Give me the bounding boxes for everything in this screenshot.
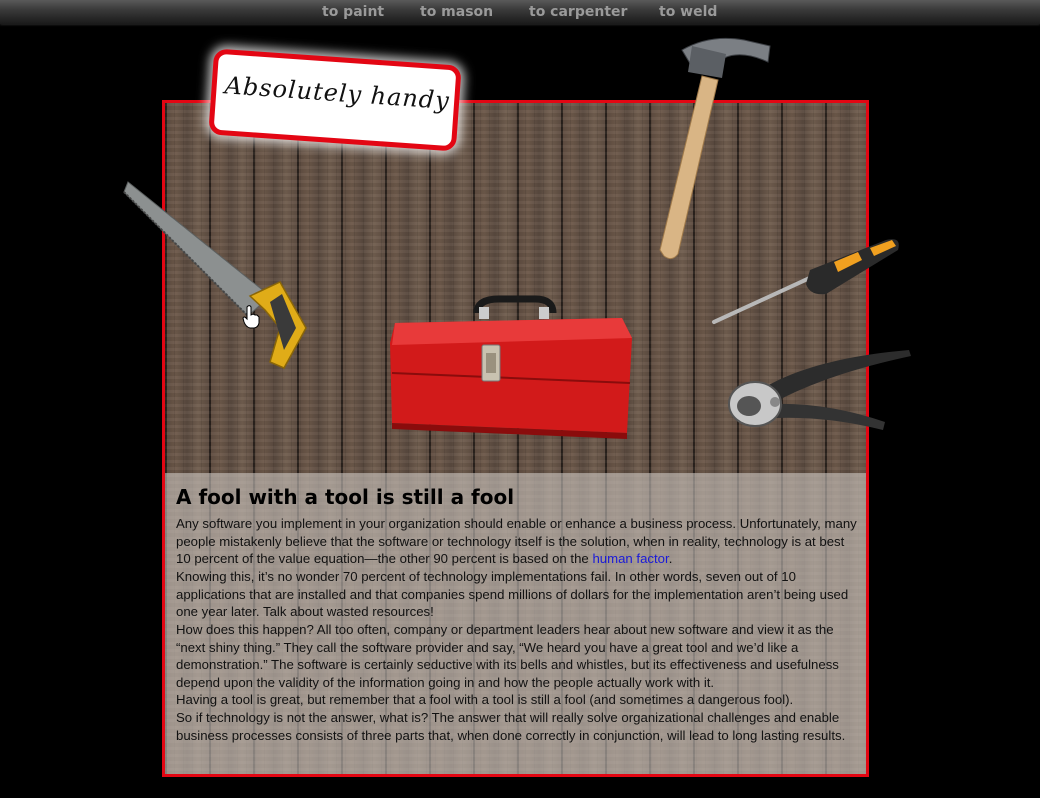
article-paragraph-3: How does this happen? All too often, com… <box>176 622 839 690</box>
human-factor-link[interactable]: human factor <box>592 551 668 566</box>
article-paragraph-1: Any software you implement in your organ… <box>176 515 858 568</box>
paragraph-text: Any software you implement in your organ… <box>176 516 857 567</box>
screwdriver-icon[interactable] <box>710 234 905 326</box>
article-panel: A fool with a tool is still a fool Any s… <box>165 473 866 774</box>
article-title: A fool with a tool is still a fool <box>176 485 515 509</box>
nav-link-carpenter[interactable]: to carpenter <box>529 4 627 20</box>
slogan-badge: Absolutely handy <box>208 48 462 152</box>
article-paragraph-5: So if technology is not the answer, what… <box>176 710 846 743</box>
top-navigation: to paint to mason to carpenter to weld <box>0 0 1040 24</box>
slogan-text: Absolutely handy <box>223 71 451 115</box>
toolbox-icon[interactable] <box>387 293 637 443</box>
hand-cursor-icon <box>242 305 260 329</box>
pincers-icon[interactable] <box>727 346 915 451</box>
nav-link-paint[interactable]: to paint <box>322 4 384 20</box>
article-paragraph-2: Knowing this, it’s no wonder 70 percent … <box>176 569 849 620</box>
saw-icon[interactable] <box>120 178 310 373</box>
paragraph-text: . <box>668 551 673 567</box>
article-paragraph-4: Having a tool is great, but remember tha… <box>176 692 794 707</box>
nav-link-weld[interactable]: to weld <box>659 4 717 20</box>
hammer-icon[interactable] <box>652 36 777 264</box>
nav-link-mason[interactable]: to mason <box>420 4 493 20</box>
